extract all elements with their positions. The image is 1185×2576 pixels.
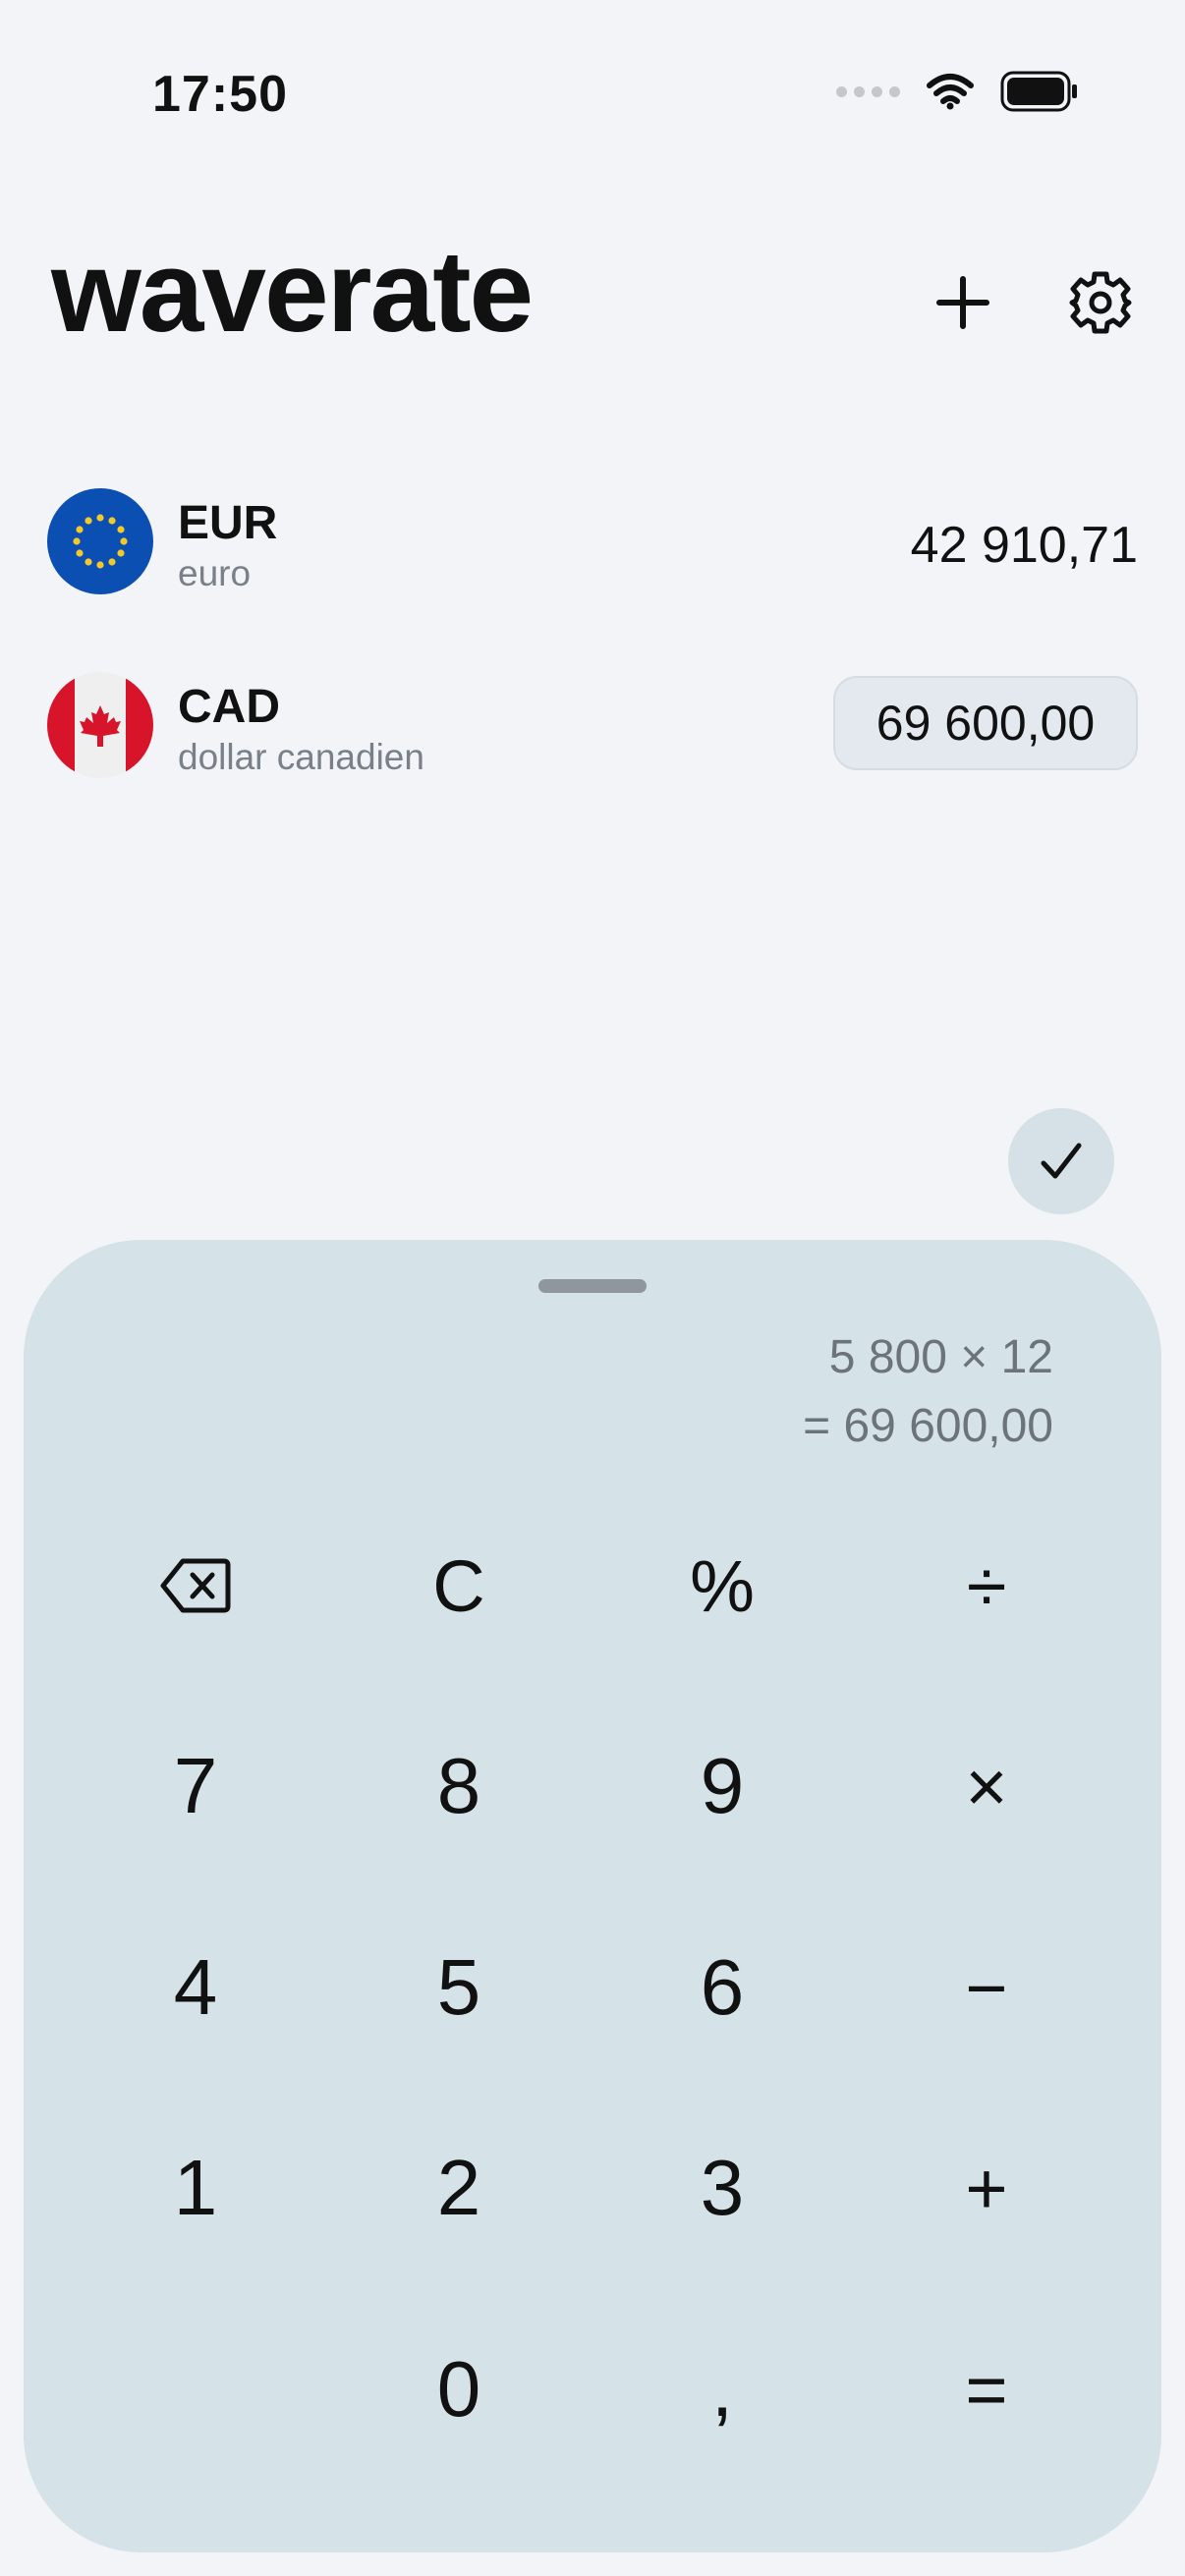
- minus-key[interactable]: −: [888, 1909, 1085, 2066]
- plus-key[interactable]: +: [888, 2109, 1085, 2267]
- sheet-drag-handle[interactable]: [538, 1279, 647, 1293]
- digit-5-key[interactable]: 5: [361, 1909, 557, 2066]
- multiply-key[interactable]: ×: [888, 1708, 1085, 1865]
- status-time: 17:50: [152, 66, 288, 123]
- currency-code: EUR: [178, 497, 278, 549]
- digit-0-key[interactable]: 0: [361, 2311, 557, 2468]
- digit-8-key[interactable]: 8: [361, 1708, 557, 1865]
- digit-3-key[interactable]: 3: [624, 2109, 820, 2267]
- plus-icon: [936, 276, 989, 329]
- checkmark-icon: [1041, 1143, 1082, 1179]
- currency-row-cad[interactable]: CAD dollar canadien 69 600,00: [47, 672, 1138, 780]
- digit-9-key[interactable]: 9: [624, 1708, 820, 1865]
- currency-row-eur[interactable]: EUR euro 42 910,71: [47, 488, 1138, 596]
- battery-icon: [1000, 71, 1077, 112]
- canada-flag-icon: [47, 672, 153, 778]
- digit-1-key[interactable]: 1: [97, 2109, 294, 2267]
- active-value-field[interactable]: 69 600,00: [833, 676, 1138, 770]
- wifi-icon: [927, 74, 974, 110]
- backspace-key[interactable]: [97, 1507, 294, 1664]
- calc-result: = 69 600,00: [803, 1400, 1053, 1452]
- cellular-signal-icon: [836, 85, 900, 97]
- currency-value[interactable]: 42 910,71: [911, 516, 1138, 575]
- currency-name: dollar canadien: [178, 737, 424, 777]
- digit-6-key[interactable]: 6: [624, 1909, 820, 2066]
- eu-flag-icon: [47, 488, 153, 594]
- status-icons: [836, 71, 1079, 112]
- keypad-sheet: 5 800 × 12 = 69 600,00 C % ÷ 7 8 9 × 4 5…: [24, 1240, 1161, 2552]
- currency-code: CAD: [178, 681, 280, 733]
- percent-key[interactable]: %: [624, 1507, 820, 1664]
- settings-button[interactable]: [1061, 263, 1140, 342]
- equals-key[interactable]: =: [888, 2311, 1085, 2468]
- digit-2-key[interactable]: 2: [361, 2109, 557, 2267]
- digit-7-key[interactable]: 7: [97, 1708, 294, 1865]
- confirm-button[interactable]: [1008, 1108, 1114, 1214]
- clear-key[interactable]: C: [361, 1507, 557, 1664]
- calc-expression: 5 800 × 12: [828, 1331, 1053, 1383]
- backspace-icon: [160, 1558, 231, 1613]
- gear-icon: [1069, 271, 1132, 334]
- currency-name: euro: [178, 553, 252, 593]
- divide-key[interactable]: ÷: [888, 1507, 1085, 1664]
- comma-key[interactable]: ,: [624, 2311, 820, 2468]
- add-currency-button[interactable]: [924, 263, 1002, 342]
- digit-4-key[interactable]: 4: [97, 1909, 294, 2066]
- app-title: waverate: [51, 227, 534, 357]
